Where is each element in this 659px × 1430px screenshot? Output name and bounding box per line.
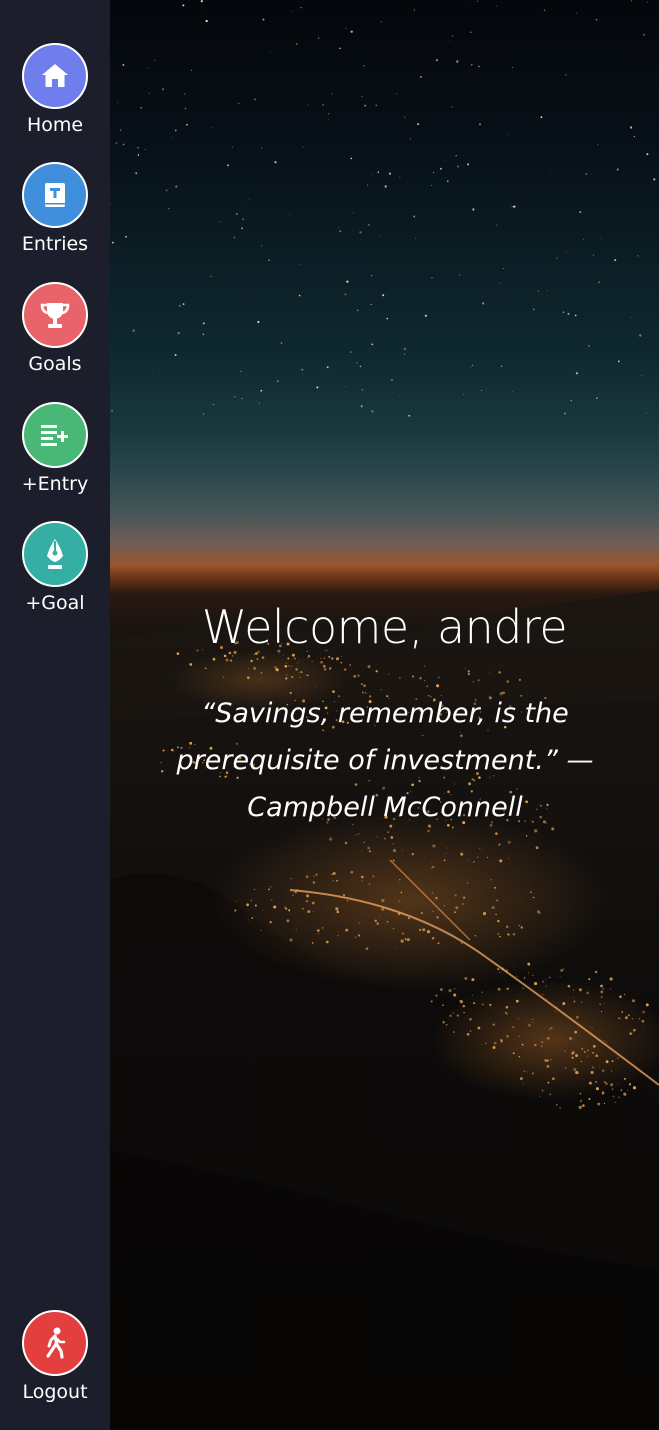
sidebar-item-home[interactable]: Home — [0, 43, 110, 137]
sidebar-item-logout[interactable]: Logout — [0, 1310, 110, 1404]
entries-button[interactable] — [22, 162, 88, 228]
walking-person-icon — [46, 1327, 66, 1359]
sidebar-item-label: Logout — [22, 1381, 88, 1403]
welcome-heading: Welcome, andre — [201, 600, 568, 654]
sidebar-item-entries[interactable]: Entries — [0, 162, 110, 256]
sidebar-item-label: +Entry — [21, 473, 89, 495]
sidebar: Home Entries Goals +Entry +Goal Logout — [0, 0, 110, 1430]
sidebar-item-label: Goals — [28, 353, 82, 375]
sidebar-item-label: Entries — [21, 233, 89, 255]
book-icon — [45, 183, 65, 207]
home-button[interactable] — [22, 43, 88, 109]
add-goal-button[interactable] — [22, 521, 88, 587]
goals-button[interactable] — [22, 282, 88, 348]
logout-button[interactable] — [22, 1310, 88, 1376]
pen-nib-icon — [47, 539, 63, 569]
add-entry-button[interactable] — [22, 402, 88, 468]
sidebar-item-label: +Goal — [25, 592, 85, 614]
app-root: Home Entries Goals +Entry +Goal Logout W… — [0, 0, 659, 1430]
trophy-icon — [40, 303, 70, 328]
sidebar-item-add-entry[interactable]: +Entry — [0, 402, 110, 496]
sidebar-item-goals[interactable]: Goals — [0, 282, 110, 376]
sidebar-item-label: Home — [26, 114, 84, 136]
home-icon — [42, 64, 68, 87]
sidebar-item-add-goal[interactable]: +Goal — [0, 521, 110, 615]
add-list-icon — [41, 425, 68, 446]
quote-text: “Savings, remember, is the prerequisite … — [176, 698, 594, 823]
